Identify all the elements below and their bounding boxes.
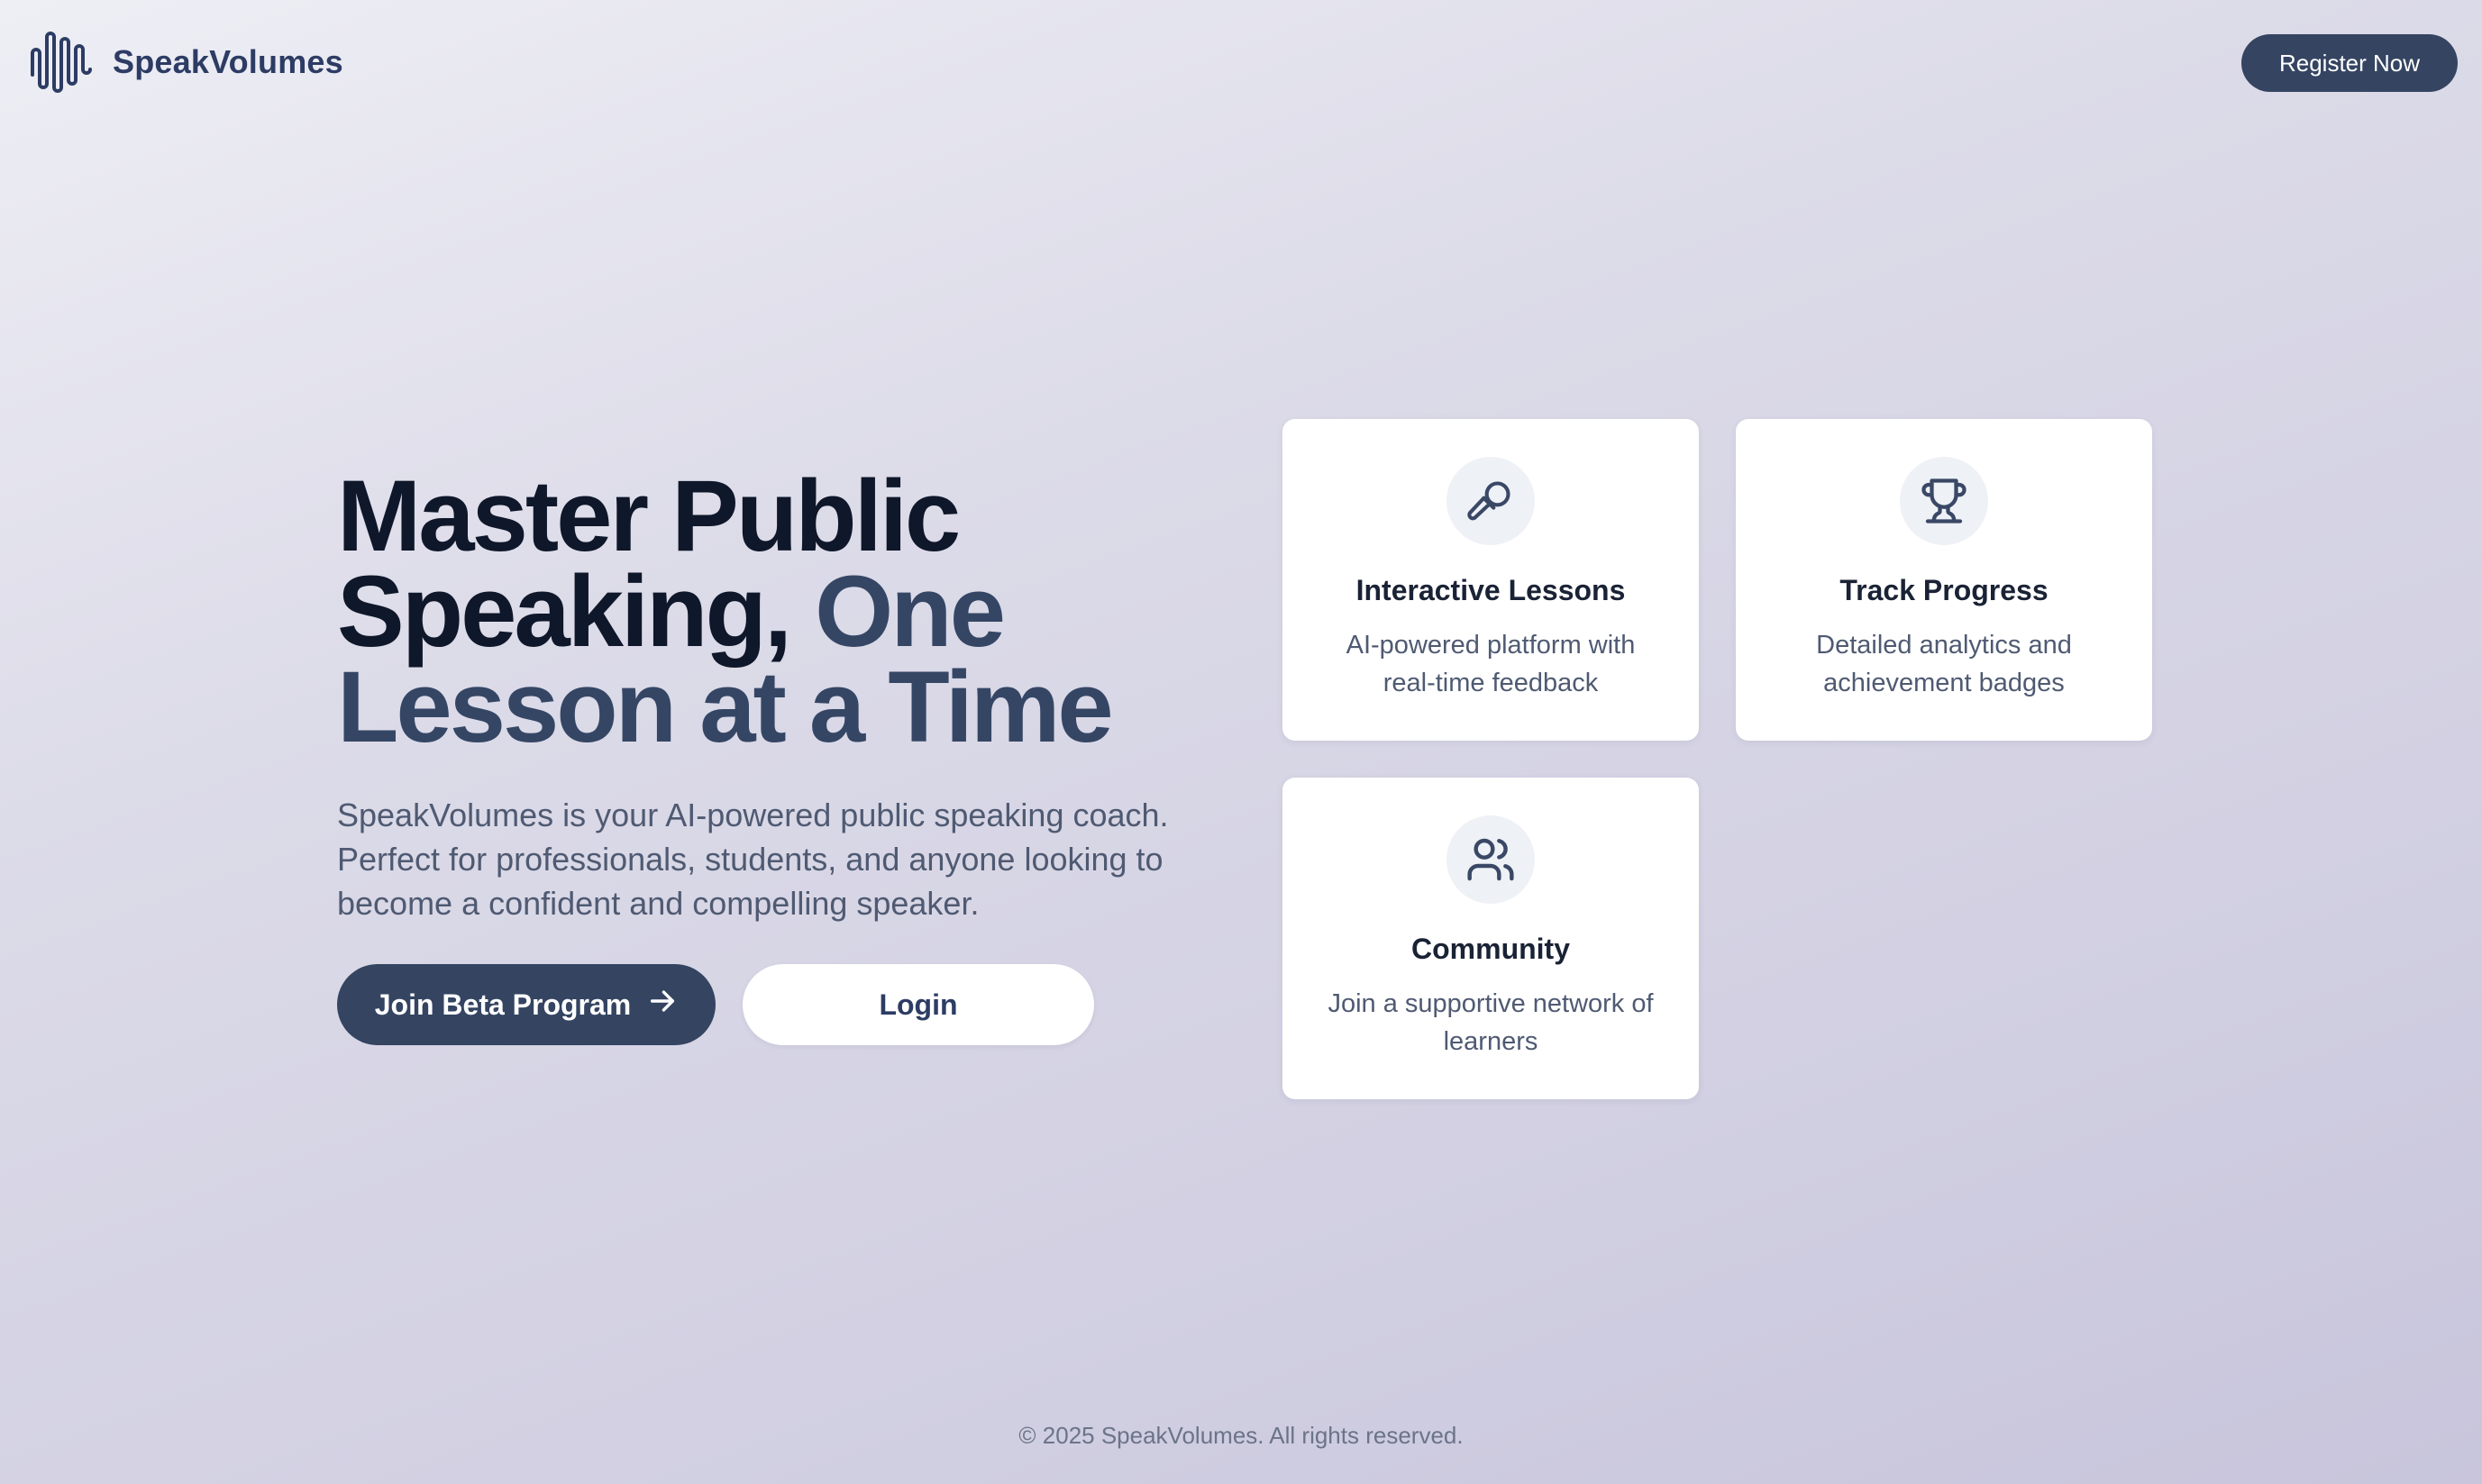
logo[interactable]: SpeakVolumes: [30, 30, 343, 95]
hero-section: Master Public Speaking, One Lesson at a …: [337, 466, 1238, 925]
join-beta-label: Join Beta Program: [374, 988, 632, 1021]
login-button[interactable]: Login: [743, 964, 1094, 1045]
arrow-right-icon: [647, 986, 678, 1024]
feature-card-interactive-lessons: Interactive Lessons AI-powered platform …: [1282, 419, 1699, 741]
hero-title-accent-line3: Lesson at a Time: [337, 651, 1114, 763]
footer-copyright: © 2025 SpeakVolumes. All rights reserved…: [1018, 1422, 1464, 1449]
feature-card-track-progress: Track Progress Detailed analytics and ac…: [1736, 419, 2152, 741]
sound-wave-icon: [30, 30, 100, 95]
feature-description: AI-powered platform with real-time feedb…: [1346, 631, 1636, 697]
site-header: SpeakVolumes Register Now: [0, 0, 2482, 126]
register-now-button[interactable]: Register Now: [2241, 34, 2458, 92]
feature-title: Track Progress: [1839, 574, 2049, 606]
hero-title: Master Public Speaking, One Lesson at a …: [337, 466, 1238, 758]
feature-description: Detailed analytics and achievement badge…: [1816, 631, 2072, 697]
feature-description: Join a supportive network of learners: [1328, 989, 1654, 1056]
users-icon: [1446, 815, 1535, 904]
logo-text: SpeakVolumes: [113, 43, 343, 80]
feature-title: Interactive Lessons: [1355, 574, 1626, 606]
feature-title: Community: [1411, 933, 1570, 965]
feature-card-community: Community Join a supportive network of l…: [1282, 778, 1699, 1099]
hero-actions: Join Beta Program Login: [337, 964, 1094, 1045]
microphone-icon: [1446, 457, 1535, 545]
hero-description: SpeakVolumes is your AI-powered public s…: [337, 797, 1169, 922]
join-beta-button[interactable]: Join Beta Program: [337, 964, 716, 1045]
trophy-icon: [1900, 457, 1988, 545]
